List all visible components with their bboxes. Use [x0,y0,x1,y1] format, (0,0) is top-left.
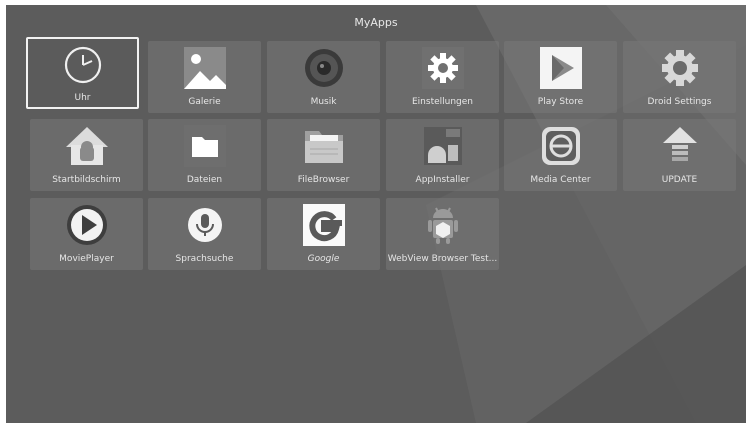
android-robot-icon [427,207,458,244]
droid-settings-gear-icon [661,50,698,86]
app-label: Droid Settings [647,97,712,107]
microphone-icon [187,208,222,242]
media-center-icon [541,127,580,165]
app-label: Sprachsuche [175,254,234,264]
app-tile-update[interactable]: UPDATE [623,119,736,191]
clock-icon [64,46,101,84]
app-label: Musik [310,97,337,107]
file-browser-folder-icon [304,131,343,163]
app-tile-einstellungen[interactable]: Einstellungen [386,41,499,113]
app-tile-media-center[interactable]: Media Center [504,119,617,191]
home-screen: MyApps Uhr Galerie Musik Einstellungen P… [6,5,746,423]
app-tile-filebrowser[interactable]: FileBrowser [267,119,380,191]
app-label: MoviePlayer [59,254,114,264]
app-tile-musik[interactable]: Musik [267,41,380,113]
settings-gear-icon [421,47,464,89]
app-label: AppInstaller [415,175,470,185]
app-tile-galerie[interactable]: Galerie [148,41,261,113]
app-tile-google[interactable]: Google [267,198,380,270]
app-tile-dateien[interactable]: Dateien [148,119,261,191]
app-label: Uhr [74,93,91,103]
app-tile-movieplayer[interactable]: MoviePlayer [30,198,143,270]
google-g-icon [302,204,345,246]
app-tile-sprachsuche[interactable]: Sprachsuche [148,198,261,270]
movie-player-icon [66,205,107,245]
app-tile-play-store[interactable]: Play Store [504,41,617,113]
app-label: Dateien [186,175,223,185]
speaker-icon [304,49,343,87]
play-store-icon [539,47,582,89]
app-tile-appinstaller[interactable]: AppInstaller [386,119,499,191]
app-label: FileBrowser [297,175,350,185]
app-label: Galerie [188,97,221,107]
app-label: Startbildschirm [52,175,121,185]
app-label: Play Store [537,97,584,107]
app-label: UPDATE [661,175,698,185]
app-tile-webview-browser-test[interactable]: WebView Browser Test... [386,198,499,270]
folder-icon [183,125,226,167]
app-installer-icon [423,127,462,165]
app-tile-droid-settings[interactable]: Droid Settings [623,41,736,113]
app-label: Google [307,254,340,264]
gallery-icon [183,47,226,89]
android-home-icon [65,127,108,165]
app-grid: Uhr Galerie Musik Einstellungen Play Sto… [6,5,746,423]
update-arrow-icon [662,127,697,161]
app-tile-uhr[interactable]: Uhr [26,37,139,109]
app-tile-startbildschirm[interactable]: Startbildschirm [30,119,143,191]
app-label: WebView Browser Test... [387,254,498,264]
app-label: Einstellungen [411,97,473,107]
app-label: Media Center [530,175,591,185]
